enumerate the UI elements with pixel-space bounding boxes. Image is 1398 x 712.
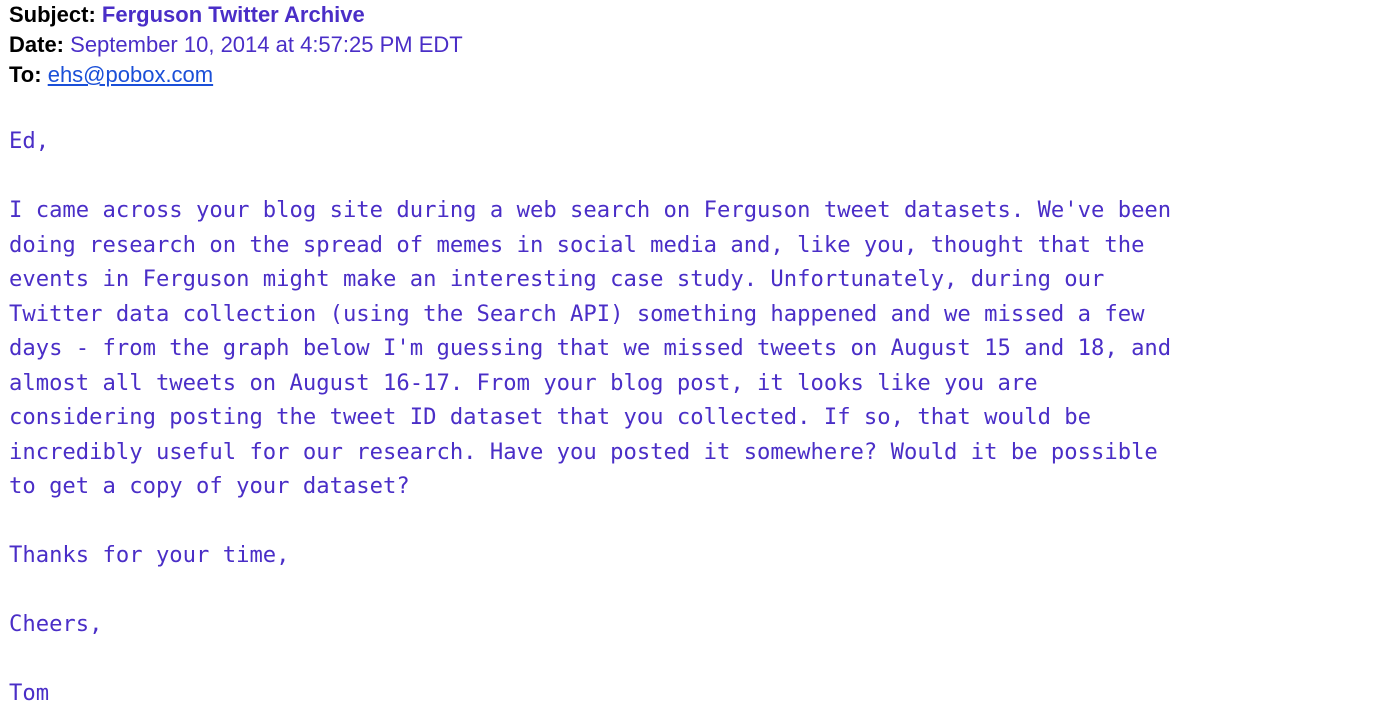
date-line: Date: September 10, 2014 at 4:57:25 PM E… [9,30,463,60]
email-message: Subject: Ferguson Twitter Archive Date: … [0,0,1398,712]
date-value: September 10, 2014 at 4:57:25 PM EDT [70,32,463,57]
subject-line: Subject: Ferguson Twitter Archive [9,0,463,30]
greeting: Ed, [9,128,50,154]
paragraph-line: to get a copy of your dataset? [9,473,410,499]
to-line: To: ehs@pobox.com [9,60,463,90]
subject-value: Ferguson Twitter Archive [101,2,365,27]
paragraph-line: days - from the graph below I'm guessing… [9,335,1172,361]
paragraph-line: almost all tweets on August 16-17. From … [9,369,1038,396]
paragraph-line: considering posting the tweet ID dataset… [9,404,1091,430]
email-body: Ed, I came across your blog site during … [9,0,1171,706]
paragraph-line: events in Ferguson might make an interes… [9,266,1105,292]
paragraph-line: doing research on the spread of memes in… [9,231,1145,258]
signature: Tom [9,680,50,706]
closing-line: Cheers, [9,611,103,637]
paragraph-line: incredibly useful for our research. Have… [9,438,1158,465]
paragraph-line: Twitter data collection (using the Searc… [9,300,1145,327]
email-headers: Subject: Ferguson Twitter Archive Date: … [9,0,463,90]
paragraph-line: I came across your blog site during a we… [9,197,1172,223]
to-email-link[interactable]: ehs@pobox.com [48,62,213,87]
thanks-line: Thanks for your time, [9,542,290,568]
